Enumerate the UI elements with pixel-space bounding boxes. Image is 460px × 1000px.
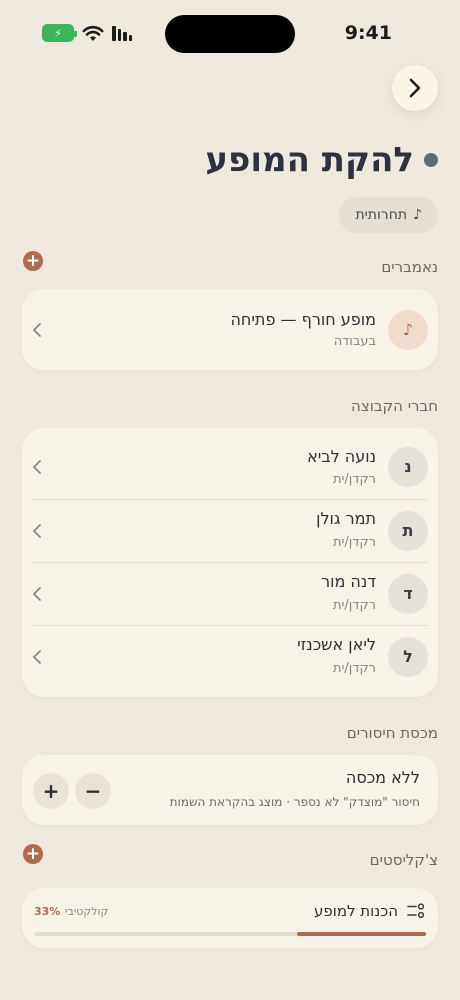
number-status: בעבודה [333, 334, 376, 349]
category-tag-label: תחרותית [355, 207, 408, 223]
members-card: נ נועה לביא רקדן/ית ת תמר גולן רקדן/ית ד… [22, 428, 438, 697]
checklist-progress-fill [296, 932, 426, 936]
numbers-section-label: נאמברים [381, 258, 438, 276]
chevron-left-icon [32, 523, 41, 538]
music-note-icon: ♪ [413, 207, 422, 223]
member-role: רקדן/ית [332, 535, 376, 550]
number-name: מופע חורף — פתיחה [230, 310, 376, 329]
member-name: נועה לביא [307, 447, 376, 466]
chevron-left-icon [32, 586, 41, 601]
table-row[interactable]: ל ליאן אשכנזי רקדן/ית [32, 625, 428, 688]
chevron-right-icon [409, 78, 421, 98]
battery-icon: ⚡ [42, 24, 77, 42]
dynamic-island [165, 15, 295, 53]
back-button[interactable] [392, 65, 438, 111]
checklists-section-label: צ'קליסטים [369, 851, 438, 869]
member-role: רקדן/ית [332, 598, 376, 613]
decrease-quota-button[interactable]: − [75, 773, 111, 809]
wifi-icon [82, 25, 104, 41]
avatar: ד [388, 573, 428, 614]
increase-quota-button[interactable]: + [33, 773, 69, 809]
absence-quota-section-label: מכסת חיסורים [346, 724, 438, 742]
members-section-label: חברי הקבוצה [351, 397, 438, 415]
absence-quota-description: חיסור "מוצדק" לא נספר · מוצג בהקראת השמו… [169, 795, 420, 809]
absence-quota-value: ללא מכסה [345, 768, 420, 787]
music-note-icon: ♪ [388, 309, 428, 350]
avatar: ת [388, 510, 428, 551]
checklist-percent: 33% [34, 905, 61, 918]
member-role: רקדן/ית [332, 472, 376, 487]
absence-quota-card: ללא מכסה חיסור "מוצדק" לא נספר · מוצג בה… [22, 755, 438, 825]
page-title: להקת המופע [205, 140, 414, 180]
add-number-button[interactable]: + [23, 251, 43, 271]
chevron-left-icon [32, 322, 41, 337]
table-row[interactable]: נ נועה לביא רקדן/ית [32, 435, 428, 498]
member-role: רקדן/ית [332, 661, 376, 676]
page-title-row: להקת המופע [205, 140, 438, 180]
add-checklist-button[interactable]: + [23, 844, 43, 864]
member-name: דנה מור [321, 572, 376, 591]
checklist-progress-track [34, 932, 426, 936]
chevron-left-icon [32, 649, 41, 664]
member-name: ליאן אשכנזי [297, 635, 376, 654]
checklist-card[interactable]: הכנות למופע 33% קולקטיבי [22, 888, 438, 948]
title-dot-icon [424, 153, 438, 167]
table-row[interactable]: ת תמר גולן רקדן/ית [32, 499, 428, 562]
avatar: נ [388, 446, 428, 487]
category-tag[interactable]: ♪ תחרותית [339, 197, 438, 233]
member-name: תמר גולן [316, 509, 376, 528]
status-time: 9:41 [344, 22, 392, 44]
checklist-scope: קולקטיבי [65, 905, 109, 918]
cellular-signal-icon [112, 25, 132, 41]
numbers-card: ♪ מופע חורף — פתיחה בעבודה [22, 289, 438, 370]
list-item[interactable]: ♪ מופע חורף — פתיחה בעבודה [32, 298, 428, 361]
checklist-name: הכנות למופע [313, 902, 398, 920]
checklist-icon [407, 903, 425, 919]
table-row[interactable]: ד דנה מור רקדן/ית [32, 562, 428, 625]
status-icons: ⚡ [42, 24, 132, 42]
chevron-left-icon [32, 459, 41, 474]
avatar: ל [388, 636, 428, 677]
